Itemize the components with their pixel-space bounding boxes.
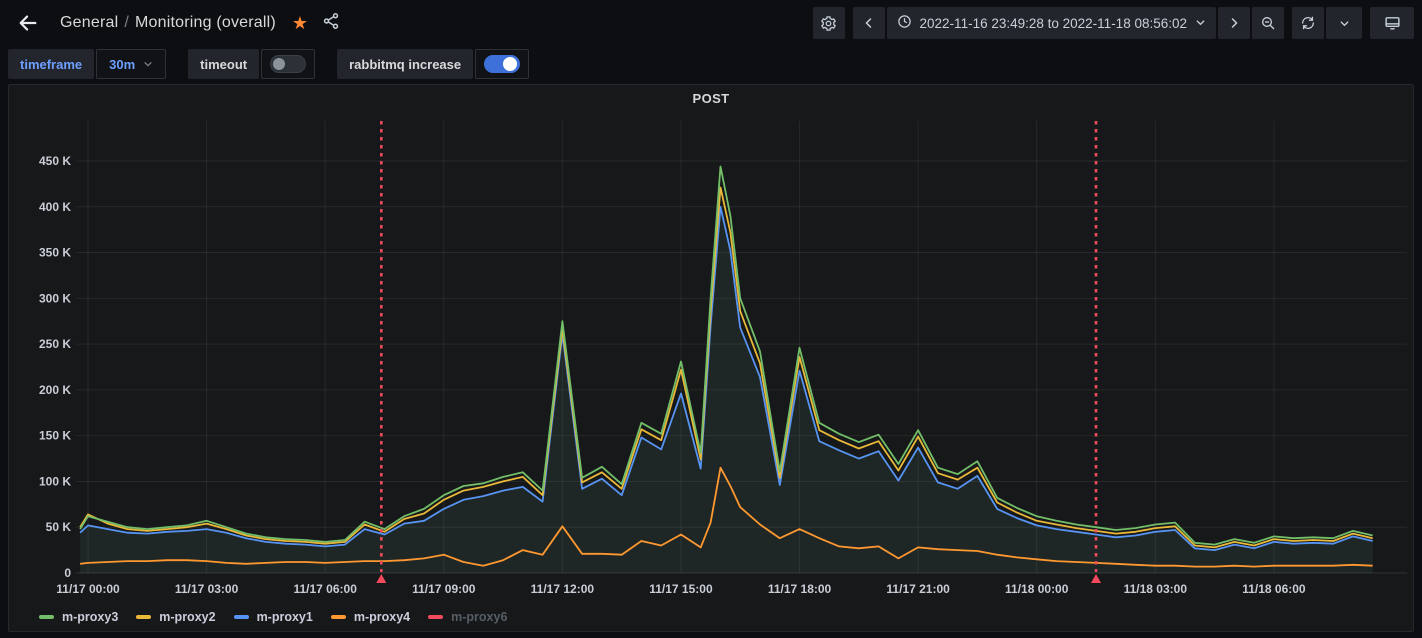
x-axis-label: 11/17 00:00 <box>56 582 120 596</box>
y-axis-label: 350 K <box>39 246 71 260</box>
breadcrumb-dashboard[interactable]: Monitoring (overall) <box>135 14 276 31</box>
legend-label: m-proxy2 <box>159 610 216 624</box>
gear-icon <box>820 15 837 32</box>
chevron-left-icon <box>863 17 875 29</box>
y-axis-label: 100 K <box>39 474 71 488</box>
chevron-down-icon <box>1195 16 1206 31</box>
x-axis-label: 11/18 00:00 <box>1005 582 1069 596</box>
zoom-out-button[interactable] <box>1252 7 1284 39</box>
refresh-group <box>1292 7 1362 39</box>
time-picker-group: 2022-11-16 23:49:28 to 2022-11-18 08:56:… <box>852 7 1284 39</box>
x-axis-label: 11/17 06:00 <box>293 582 357 596</box>
legend-label: m-proxy3 <box>62 610 119 624</box>
dashboard-settings-button[interactable] <box>812 7 845 39</box>
top-navbar: General / Monitoring (overall) ★ 2022-11… <box>0 0 1422 46</box>
legend-swatch <box>428 615 444 619</box>
toggle-knob <box>503 57 518 71</box>
legend-item-m-proxy3[interactable]: m-proxy3 <box>39 610 118 624</box>
x-axis-label: 11/17 21:00 <box>886 582 950 596</box>
rabbitmq-increase-toggle[interactable] <box>475 49 530 79</box>
annotation-marker[interactable] <box>376 574 387 583</box>
legend-item-m-proxy1[interactable]: m-proxy1 <box>233 610 313 624</box>
timeout-variable: timeout <box>188 49 316 79</box>
rabbitmq-variable: rabbitmq increase <box>337 49 530 79</box>
legend-item-m-proxy6[interactable]: m-proxy6 <box>428 610 507 624</box>
annotation-marker[interactable] <box>1091 574 1102 583</box>
dashboard-variables-row: timeframe 30m timeout rabbitmq increase <box>0 46 1422 82</box>
legend-item-m-proxy2[interactable]: m-proxy2 <box>136 610 216 624</box>
arrow-left-icon <box>17 12 39 34</box>
timeframe-value: 30m <box>109 56 136 72</box>
x-axis-label: 11/17 03:00 <box>175 582 239 596</box>
time-range-text: 2022-11-16 23:49:28 to 2022-11-18 08:56:… <box>919 15 1187 31</box>
refresh-button[interactable] <box>1292 7 1324 39</box>
magnifier-minus-icon <box>1260 15 1276 31</box>
post-timeseries-chart[interactable]: 0 50 K 100 K 150 K 200 K 250 K 300 K 350 K 400 K… <box>9 85 1413 600</box>
clock-icon <box>897 14 912 32</box>
y-axis-label: 50 K <box>46 520 72 534</box>
chevron-right-icon <box>1228 17 1240 29</box>
y-axis-label: 450 K <box>39 154 71 168</box>
legend-swatch <box>39 615 54 619</box>
refresh-interval-dropdown[interactable] <box>1326 7 1362 39</box>
legend-label: m-proxy1 <box>256 610 313 624</box>
time-shift-back-button[interactable] <box>852 7 885 39</box>
toggle-track <box>484 55 521 73</box>
legend-label: m-proxy4 <box>353 610 411 624</box>
share-icon[interactable] <box>322 12 340 35</box>
breadcrumb-separator: / <box>124 14 129 31</box>
breadcrumb-folder[interactable]: General <box>60 14 118 31</box>
legend-label: m-proxy6 <box>451 610 508 624</box>
y-axis-label: 400 K <box>39 200 71 214</box>
y-axis-label: 0 <box>64 566 71 580</box>
toggle-knob <box>273 58 286 70</box>
y-axis-label: 200 K <box>39 383 71 397</box>
monitor-icon <box>1384 15 1401 32</box>
legend-swatch <box>136 615 152 619</box>
legend-swatch <box>330 615 346 619</box>
timeframe-label: timeframe <box>8 49 95 79</box>
favorite-star-icon[interactable]: ★ <box>292 14 308 32</box>
chevron-down-icon <box>143 57 153 72</box>
refresh-icon <box>1300 15 1316 31</box>
x-axis-label: 11/17 18:00 <box>768 582 832 596</box>
timeout-toggle[interactable] <box>261 49 316 79</box>
legend-swatch <box>233 615 249 619</box>
back-button[interactable] <box>10 5 46 41</box>
time-range-picker[interactable]: 2022-11-16 23:49:28 to 2022-11-18 08:56:… <box>886 7 1216 39</box>
breadcrumb: General / Monitoring (overall) <box>60 14 276 32</box>
x-axis-label: 11/17 09:00 <box>412 582 476 596</box>
rabbitmq-increase-label: rabbitmq increase <box>337 49 474 79</box>
legend-item-m-proxy4[interactable]: m-proxy4 <box>330 610 411 624</box>
x-axis-label: 11/18 03:00 <box>1124 582 1188 596</box>
topbar-actions: 2022-11-16 23:49:28 to 2022-11-18 08:56:… <box>812 7 1414 39</box>
timeframe-variable: timeframe 30m <box>8 49 167 79</box>
y-axis-label: 150 K <box>39 429 71 443</box>
post-panel: POST 0 50 K 100 K 150 K 200 K 250 K 300 K 350 K… <box>8 84 1414 632</box>
timeframe-dropdown[interactable]: 30m <box>96 49 167 79</box>
kiosk-mode-button[interactable] <box>1370 7 1414 39</box>
y-axis-label: 250 K <box>39 337 71 351</box>
y-axis-label: 300 K <box>39 291 71 305</box>
chevron-down-icon <box>1339 18 1350 29</box>
timeout-label: timeout <box>188 49 260 79</box>
chart-legend: m-proxy3 m-proxy2 m-proxy1 m-proxy4 m-proxy6 <box>39 610 507 624</box>
x-axis-label: 11/18 06:00 <box>1242 582 1306 596</box>
x-axis-label: 11/17 12:00 <box>531 582 595 596</box>
toggle-track <box>270 55 307 73</box>
x-axis-label: 11/17 15:00 <box>649 582 713 596</box>
time-shift-forward-button[interactable] <box>1218 7 1250 39</box>
